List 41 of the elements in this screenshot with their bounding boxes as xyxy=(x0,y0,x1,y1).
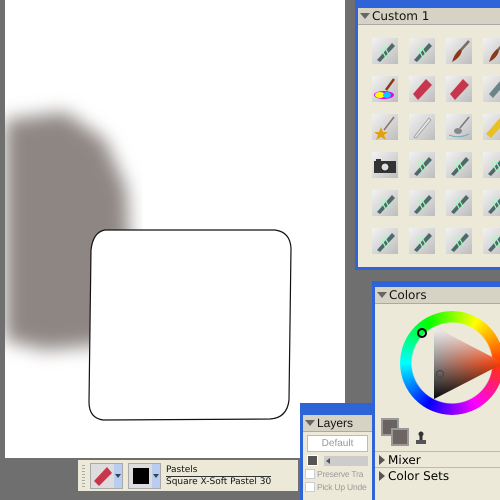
grip-handle[interactable] xyxy=(82,464,85,486)
panel-title: Layers xyxy=(317,416,354,430)
checkbox[interactable] xyxy=(305,469,315,479)
slider-thumb[interactable] xyxy=(326,458,330,464)
panel-title: Colors xyxy=(389,288,427,302)
section-header[interactable]: Mixer xyxy=(375,451,500,467)
checkbox-label: Preserve Tra xyxy=(317,469,364,479)
spoon-icon xyxy=(446,114,472,140)
brush-category-button[interactable] xyxy=(90,462,123,488)
expand-triangle-icon[interactable] xyxy=(305,420,315,426)
tool-button[interactable] xyxy=(372,152,398,178)
brush-category: Pastels xyxy=(166,464,272,476)
expand-triangle-icon[interactable] xyxy=(377,292,387,298)
layer-squares-icon xyxy=(307,455,318,466)
expand-triangle-icon[interactable] xyxy=(360,13,370,19)
pastel-icon xyxy=(93,464,113,486)
panel-title-bar[interactable]: Colors xyxy=(375,287,500,304)
opacity-slider[interactable] xyxy=(324,456,368,466)
section-header[interactable]: Color Sets xyxy=(375,467,500,483)
panel-title-bar[interactable]: Layers xyxy=(303,415,372,432)
hue-marker[interactable] xyxy=(417,328,427,338)
section-title: Color Sets xyxy=(388,468,450,482)
section-title: Mixer xyxy=(388,452,421,466)
stamp-icon[interactable] xyxy=(415,431,427,445)
color-marker[interactable] xyxy=(436,370,444,378)
expand-triangle-icon[interactable] xyxy=(379,454,385,464)
panel-title-bar[interactable]: Custom 1 xyxy=(358,8,500,25)
tool-button[interactable] xyxy=(446,38,472,64)
panel-title: Custom 1 xyxy=(372,9,430,23)
colorbrush-icon xyxy=(372,76,398,102)
expand-triangle-icon[interactable] xyxy=(379,470,385,480)
saturation-triangle[interactable] xyxy=(434,327,500,399)
tool-button[interactable] xyxy=(372,76,398,102)
color-swatches[interactable] xyxy=(381,418,409,446)
checkbox[interactable] xyxy=(305,482,315,492)
dropdown-arrow-icon xyxy=(153,474,159,478)
square-dab-icon xyxy=(133,468,149,484)
variant-button[interactable] xyxy=(128,462,161,488)
checkbox-label: Pick Up Unde xyxy=(317,482,367,492)
dropdown-arrow-icon xyxy=(115,474,121,478)
brush-variant: Square X-Soft Pastel 30 xyxy=(166,476,272,486)
